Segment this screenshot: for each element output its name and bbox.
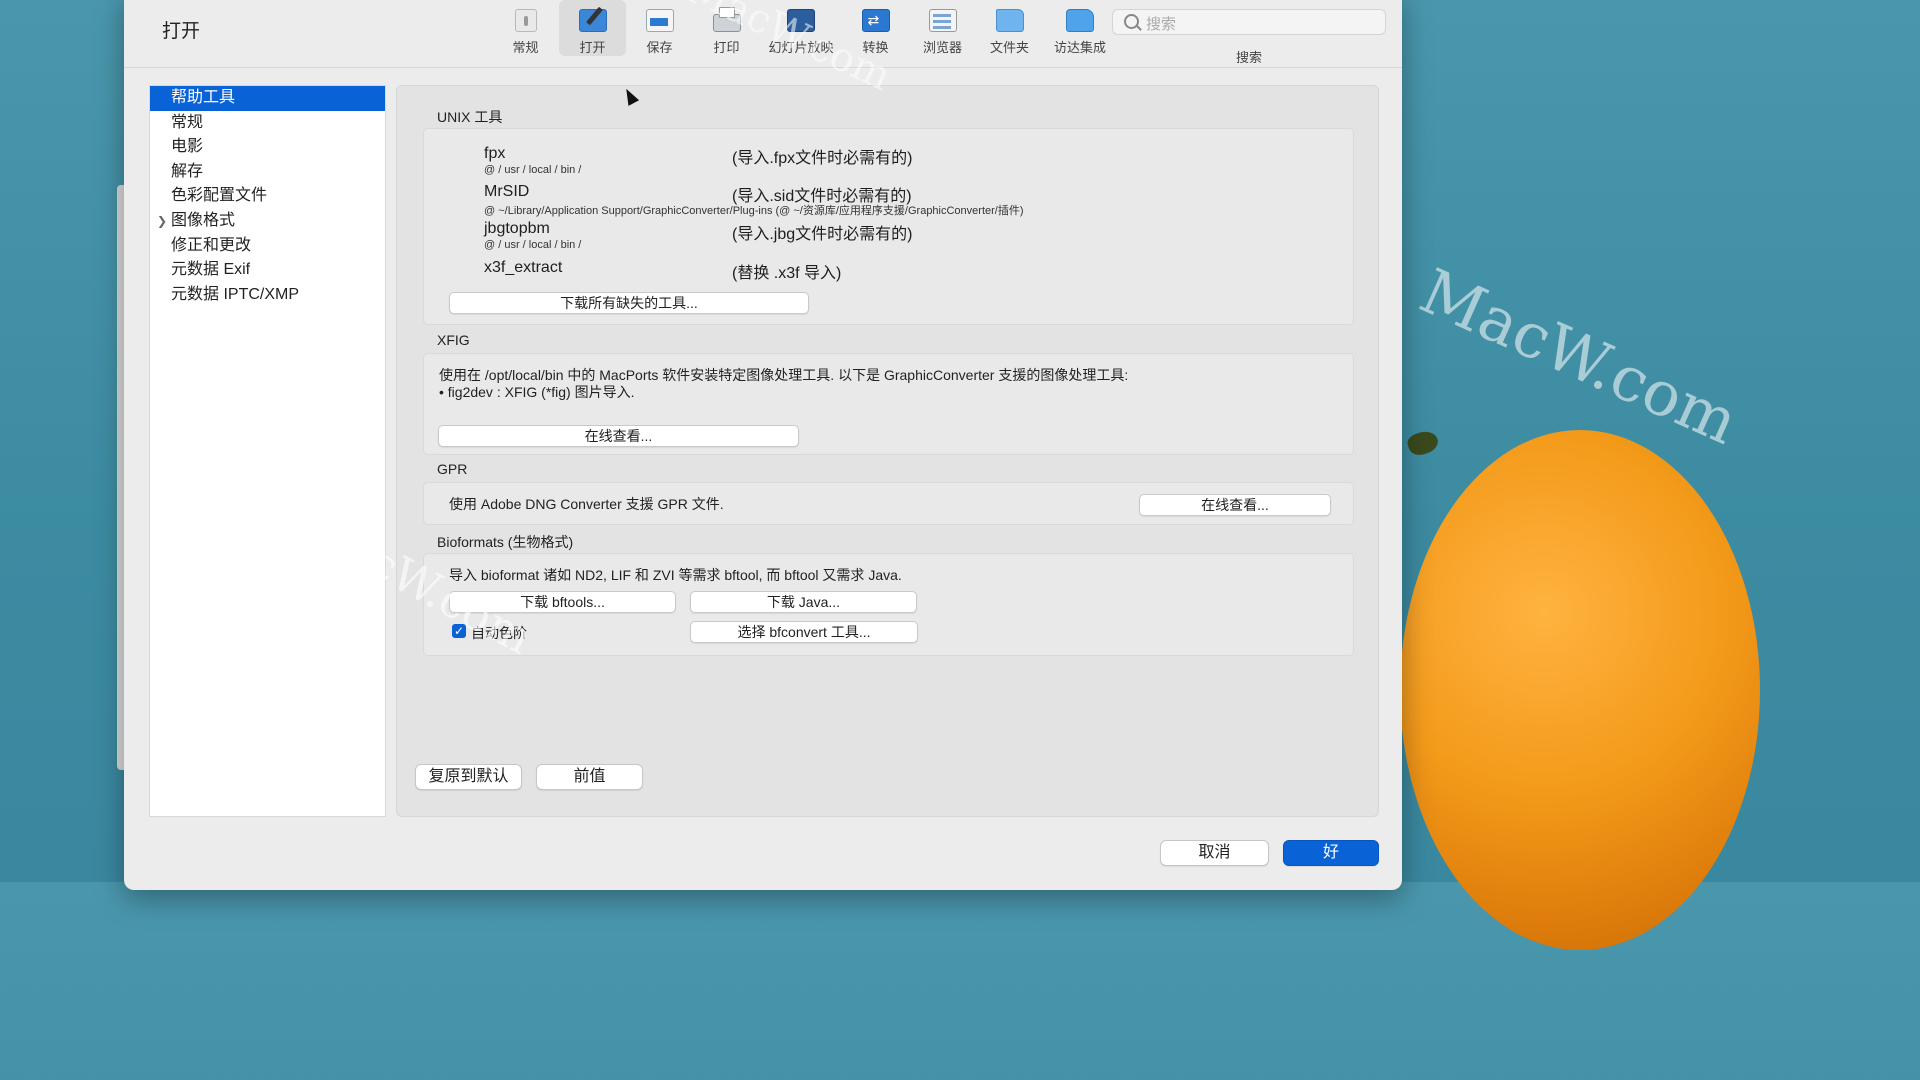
search-icon <box>1124 14 1139 29</box>
xfig-tool-item: • fig2dev : XFIG (*fig) 图片导入. <box>439 384 635 400</box>
sidebar-item-helper-tools[interactable]: 帮助工具 <box>150 86 385 111</box>
tool-description: (替换 .x3f 导入) <box>732 265 842 282</box>
category-sidebar: 帮助工具 常规 电影 解存 色彩配置文件 ❯ 图像格式 修正和更改 元数据 Ex… <box>149 85 386 817</box>
xfig-section-title: XFIG <box>437 332 470 348</box>
tool-path: @ / usr / local / bin / <box>484 164 582 176</box>
tab-folder[interactable]: 文件夹 <box>976 0 1043 56</box>
tool-path: @ ~/Library/Application Support/GraphicC… <box>484 205 1024 217</box>
sidebar-item-corrections[interactable]: 修正和更改 <box>150 234 385 259</box>
sidebar-item-iptc-xmp[interactable]: 元数据 IPTC/XMP <box>150 283 385 308</box>
tab-label: 打开 <box>579 40 606 55</box>
tab-label: 打印 <box>713 40 740 55</box>
select-bfconvert-button[interactable]: 选择 bfconvert 工具... <box>690 621 918 643</box>
tab-finder-integration[interactable]: 访达集成 <box>1043 0 1117 56</box>
unix-section-title: UNIX 工具 <box>437 109 503 125</box>
finder-icon <box>1066 9 1094 32</box>
open-icon <box>578 9 607 32</box>
bioformats-section-title: Bioformats (生物格式) <box>437 534 574 550</box>
sidebar-item-label: 图像格式 <box>171 211 236 229</box>
browser-icon <box>928 9 957 32</box>
tool-name: x3f_extract <box>484 259 563 276</box>
desktop-watermark: MacW.com <box>1409 254 1749 459</box>
gpr-box: 使用 Adobe DNG Converter 支援 GPR 文件. 在线查看..… <box>423 482 1354 525</box>
sidebar-item-image-formats[interactable]: ❯ 图像格式 <box>150 209 385 234</box>
tab-label: 保存 <box>646 40 673 55</box>
tab-open[interactable]: 打开 <box>559 0 626 56</box>
tab-general[interactable]: 常规 <box>492 0 559 56</box>
bioformats-description: 导入 bioformat 诸如 ND2, LIF 和 ZVI 等需求 bftoo… <box>449 567 902 583</box>
tab-browser[interactable]: 浏览器 <box>909 0 976 56</box>
tab-label: 访达集成 <box>1053 40 1106 55</box>
download-missing-tools-button[interactable]: 下载所有缺失的工具... <box>449 292 809 314</box>
tab-label: 文件夹 <box>989 40 1029 55</box>
sidebar-item-movie[interactable]: 电影 <box>150 135 385 160</box>
toolbar-divider <box>124 67 1402 68</box>
search-input[interactable]: 搜索 <box>1112 9 1386 35</box>
gpr-section-title: GPR <box>437 461 468 477</box>
tool-name: jbgtopbm <box>484 220 550 237</box>
sidebar-item-decompress[interactable]: 解存 <box>150 160 385 185</box>
bioformats-box: 导入 bioformat 诸如 ND2, LIF 和 ZVI 等需求 bftoo… <box>423 553 1354 656</box>
tool-description: (导入.jbg文件时必需有的) <box>732 226 913 243</box>
settings-panel: UNIX 工具 fpx (导入.fpx文件时必需有的) @ / usr / lo… <box>396 85 1379 817</box>
desktop-orange-image <box>1400 430 1760 950</box>
previous-values-button[interactable]: 前值 <box>536 764 643 790</box>
search-label: 搜索 <box>1236 50 1263 65</box>
sidebar-item-color-profiles[interactable]: 色彩配置文件 <box>150 184 385 209</box>
gpr-view-online-button[interactable]: 在线查看... <box>1139 494 1331 516</box>
xfig-box: 使用在 /opt/local/bin 中的 MacPorts 软件安装特定图像处… <box>423 353 1354 455</box>
tab-label: 浏览器 <box>922 40 962 55</box>
folder-icon <box>995 9 1024 32</box>
desktop-orange-stem <box>1405 427 1441 459</box>
download-java-button[interactable]: 下载 Java... <box>690 591 917 613</box>
ok-button[interactable]: 好 <box>1283 840 1379 866</box>
window-title: 打开 <box>162 21 201 42</box>
tool-description: (导入.fpx文件时必需有的) <box>732 150 913 167</box>
cancel-button[interactable]: 取消 <box>1160 840 1269 866</box>
restore-defaults-button[interactable]: 复原到默认 <box>415 764 522 790</box>
tab-label: 常规 <box>512 40 539 55</box>
tool-name: fpx <box>484 145 506 162</box>
xfig-view-online-button[interactable]: 在线查看... <box>438 425 799 447</box>
unix-tools-box: fpx (导入.fpx文件时必需有的) @ / usr / local / bi… <box>423 128 1354 325</box>
gpr-description: 使用 Adobe DNG Converter 支援 GPR 文件. <box>449 496 724 512</box>
sidebar-item-general[interactable]: 常规 <box>150 111 385 136</box>
convert-icon <box>861 9 890 32</box>
general-icon <box>514 9 537 32</box>
tool-name: MrSID <box>484 183 530 200</box>
save-icon <box>645 9 674 32</box>
chevron-right-icon[interactable]: ❯ <box>157 209 167 233</box>
sidebar-item-exif[interactable]: 元数据 Exif <box>150 258 385 283</box>
preferences-window: 打开 常规 打开 保存 打印 幻灯片放映 转换 浏览器 <box>124 0 1402 890</box>
tool-path: @ / usr / local / bin / <box>484 239 582 251</box>
